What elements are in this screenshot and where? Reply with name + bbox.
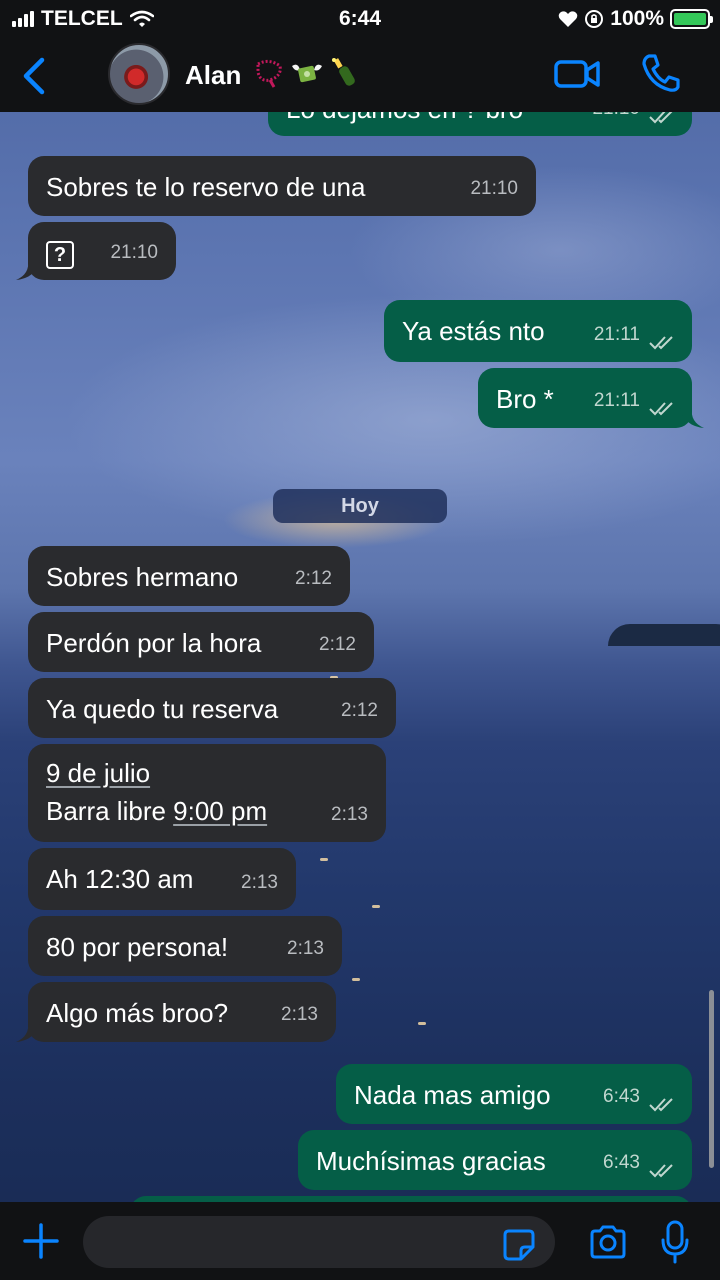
message-text: Nada mas amigo <box>354 1080 551 1110</box>
bubble-tail <box>16 1022 40 1042</box>
message-bubble-outgoing[interactable]: Nada mas amigo 6:43 <box>336 1064 692 1124</box>
message-bubble-incoming[interactable]: Algo más broo? 2:13 <box>16 982 336 1042</box>
battery-icon <box>670 9 713 29</box>
message-bubble-incoming[interactable]: Sobres te lo reservo de una 21:10 <box>28 156 536 216</box>
bubble-tail <box>16 260 40 280</box>
message-input[interactable] <box>83 1216 555 1268</box>
message-bubble-outgoing[interactable]: Muchísimas gracias 6:43 <box>298 1130 692 1190</box>
message-text: Lo dejamos en ? bro <box>286 112 523 124</box>
microphone-button[interactable] <box>660 1220 690 1264</box>
avatar[interactable] <box>108 43 170 105</box>
read-ticks-icon <box>649 112 673 124</box>
message-time: 21:11 <box>593 390 640 411</box>
message-text: 80 por persona! <box>46 932 229 962</box>
money-with-wings-icon <box>292 64 322 83</box>
scrollbar[interactable] <box>709 990 714 1168</box>
voice-call-button[interactable] <box>640 52 680 94</box>
status-right: 100% <box>558 7 713 31</box>
message-text: Ya estás nto <box>402 316 545 346</box>
contact-name[interactable]: Alan <box>185 60 241 91</box>
read-ticks-icon <box>649 1164 673 1178</box>
composer-bar <box>0 1202 720 1280</box>
message-bubble-outgoing[interactable]: Ya estás nto 21:11 <box>384 300 692 362</box>
message-time: 2:13 <box>331 804 368 825</box>
bubble-tail <box>680 408 704 428</box>
message-bubble-incoming[interactable]: 80 por persona! 2:13 <box>28 916 342 976</box>
read-ticks-icon <box>649 1098 673 1112</box>
message-text: Muchísimas gracias <box>316 1146 546 1176</box>
message-bubble-incoming[interactable]: Ya quedo tu reserva 2:12 <box>28 678 396 738</box>
message-time: 2:13 <box>287 938 324 959</box>
message-time: 21:10 <box>110 242 158 263</box>
video-call-button[interactable] <box>553 56 601 92</box>
status-bar: TELCEL 6:44 100% <box>0 0 720 40</box>
message-bubble-outgoing[interactable]: Lo dejamos en ? bro 21:10 <box>268 112 692 136</box>
sticker-button[interactable] <box>502 1228 536 1262</box>
time-link[interactable]: 9:00 pm <box>173 796 267 826</box>
message-bubble-incoming[interactable]: 9 de julio Barra libre 9:00 pm 2:13 <box>28 744 386 842</box>
message-bubble-outgoing[interactable]: Bro * 21:11 <box>478 368 704 428</box>
message-bubble-incoming[interactable]: ? 21:10 <box>16 222 176 280</box>
message-bubble-incoming[interactable]: Perdón por la hora 2:12 <box>28 612 374 672</box>
message-text: Perdón por la hora <box>46 628 262 658</box>
read-ticks-icon <box>649 402 673 416</box>
message-text: Bro * <box>496 384 554 414</box>
message-time: 6:43 <box>603 1086 640 1107</box>
attach-plus-button[interactable] <box>22 1222 60 1260</box>
message-time: 2:12 <box>319 634 356 655</box>
prayer-beads-icon <box>256 59 282 88</box>
orientation-lock-icon <box>585 10 604 28</box>
message-time: 21:10 <box>592 112 640 126</box>
message-time: 2:13 <box>281 1004 318 1025</box>
message-text: Sobres hermano <box>46 562 239 592</box>
champagne-bottle-icon <box>332 58 355 86</box>
message-time: 2:12 <box>295 568 332 589</box>
back-button[interactable] <box>18 54 50 98</box>
heart-icon <box>558 11 578 27</box>
message-text: Barra libre <box>46 796 174 826</box>
contact-emojis <box>252 56 362 90</box>
message-time: 21:10 <box>470 178 518 199</box>
unsupported-content-icon: ? <box>46 241 74 270</box>
message-time: 21:11 <box>593 324 640 345</box>
message-text: Algo más broo? <box>46 998 229 1028</box>
message-time: 2:12 <box>341 700 378 721</box>
read-ticks-icon <box>649 336 673 350</box>
message-text: Sobres te lo reservo de una <box>46 172 366 202</box>
chat-header: Alan <box>0 40 720 112</box>
message-time: 2:13 <box>241 872 278 893</box>
day-separator: Hoy <box>273 489 447 523</box>
message-list[interactable]: Lo dejamos en ? bro 21:10 Sobres te lo r… <box>0 112 720 1202</box>
camera-button[interactable] <box>588 1224 628 1260</box>
message-text: Ah 12:30 am <box>46 864 194 894</box>
date-link[interactable]: 9 de julio <box>46 756 150 790</box>
battery-percent: 100% <box>610 7 664 30</box>
message-bubble-incoming[interactable]: Ah 12:30 am 2:13 <box>28 848 296 910</box>
message-bubble-incoming[interactable]: Sobres hermano 2:12 <box>28 546 350 606</box>
message-text: Ya quedo tu reserva <box>46 694 279 724</box>
message-time: 6:43 <box>603 1152 640 1173</box>
